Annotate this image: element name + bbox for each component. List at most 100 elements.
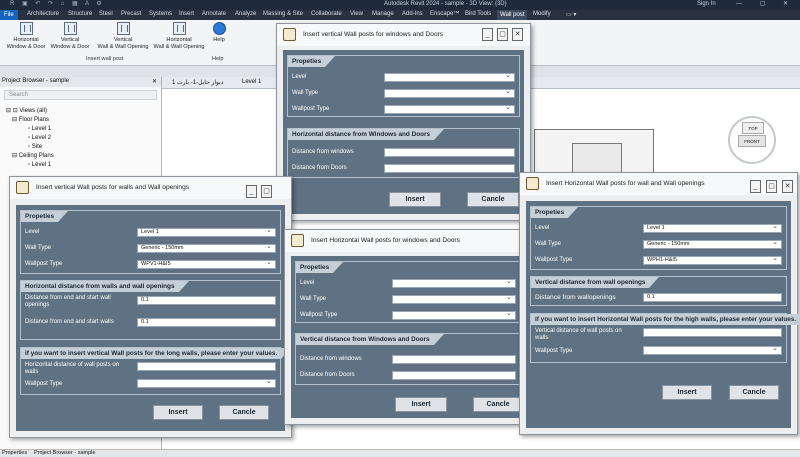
tab-wall-post[interactable]: Wall post (497, 10, 528, 20)
tab-massing-site[interactable]: Massing & Site (263, 11, 303, 17)
wall-post-icon (116, 22, 130, 35)
vertical-window-door-button[interactable]: Vertical Window & Door (48, 22, 92, 51)
tree-item-ceiling-level-1[interactable]: ▫ Level 1 (28, 161, 51, 170)
distance-doors-input[interactable] (392, 371, 516, 380)
wallpost-type-select[interactable]: WPV1-H&I5 (137, 260, 276, 269)
project-browser-tab[interactable]: Project Browser - sample (34, 450, 95, 456)
minimize-button[interactable]: _ (482, 28, 493, 41)
tab-add-ins[interactable]: Add-Ins (402, 11, 423, 17)
cancel-button[interactable]: Cancle (467, 192, 519, 207)
level-select[interactable]: Level 1 (643, 224, 782, 233)
panel-title: Propeties (288, 56, 336, 67)
properties-tab[interactable]: Properties (2, 450, 27, 456)
tree-item-site[interactable]: ▫ Site (28, 143, 42, 152)
close-icon[interactable]: ✕ (152, 78, 157, 85)
insert-button[interactable]: Insert (395, 397, 447, 412)
minimize-button[interactable]: _ (750, 180, 761, 193)
tab-options-icon[interactable]: ▭ ▾ (566, 11, 576, 18)
tab-precast[interactable]: Precast (121, 11, 141, 17)
maximize-button[interactable]: ▢ (497, 28, 508, 41)
ribbon-group-label: Help (212, 56, 224, 62)
cancel-button[interactable]: Cancle (729, 385, 779, 400)
tab-view[interactable]: View (350, 11, 363, 17)
vertical-distance-input[interactable] (643, 328, 782, 337)
distance-wall-openings-input[interactable]: 0.1 (643, 293, 782, 302)
long-walls-panel: if you want to insert vertical Wall post… (20, 347, 292, 395)
tab-collaborate[interactable]: Collaborate (311, 11, 342, 17)
ribbon-group-label: Insert wall post (86, 56, 124, 62)
tab-systems[interactable]: Systems (149, 11, 172, 17)
tab-view-level-1[interactable]: Level 1 (242, 79, 261, 85)
wallpost-type-label: Wallpost Type (300, 312, 338, 318)
quick-access-toolbar[interactable]: R ▣ ↶ ↷ ⌂ ▦ A ⚙ (10, 0, 105, 7)
distance-walls-label: Distance from end and start walls (25, 319, 114, 325)
search-input[interactable]: Search (4, 90, 157, 100)
maximize-button[interactable]: ▢ (261, 185, 272, 198)
wallpost-type-select[interactable] (384, 105, 515, 114)
wallpost-type-select[interactable] (392, 311, 516, 320)
viewcube-front[interactable]: FRONT (738, 135, 766, 147)
tab-steel[interactable]: Steel (99, 11, 113, 17)
level-select[interactable]: Level 1 (137, 228, 276, 237)
distance-doors-input[interactable] (384, 164, 515, 173)
tab-architecture[interactable]: Architecture (27, 11, 59, 17)
vertical-wall-opening-button[interactable]: Vertical Wall & Wall Opening (94, 22, 152, 51)
distance-windows-input[interactable] (392, 355, 516, 364)
minimize-button[interactable]: _ (246, 185, 257, 198)
distance-panel: Vertical distance from wall openings Dis… (530, 276, 787, 306)
high-wallpost-type-select[interactable] (643, 346, 782, 355)
horizontal-window-door-button[interactable]: Horizontal Window & Door (4, 22, 48, 51)
distance-wall-openings-input[interactable]: 0.1 (137, 296, 276, 305)
maximize-button[interactable]: ▢ (766, 180, 777, 193)
close-button[interactable]: ✕ (782, 180, 793, 193)
tab-annotate[interactable]: Annotate (202, 11, 226, 17)
dialog-body: Propeties Level Level 1 Wall Type Generi… (16, 205, 292, 431)
tree-item-floor-plans[interactable]: ⊟ Floor Plans (12, 116, 49, 125)
panel-title: Horizontal distance from Windows and Doo… (288, 129, 445, 140)
tab-file[interactable]: File (0, 10, 18, 20)
wall-type-select[interactable]: Generic - 150mm (643, 240, 782, 249)
tree-item-level-2[interactable]: ▫ Level 2 (28, 134, 51, 143)
tab-structure[interactable]: Structure (68, 11, 92, 17)
tab-manage[interactable]: Manage (372, 11, 394, 17)
cancel-button[interactable]: Cancle (473, 397, 523, 412)
tab-view-elevation[interactable]: دیوار حایل-1- بارت 1 (172, 79, 224, 86)
wall-type-select[interactable] (384, 89, 515, 98)
long-wallpost-type-select[interactable] (137, 379, 276, 388)
high-walls-panel: if you want to insert Horizontal Wall po… (530, 313, 800, 363)
insert-button[interactable]: Insert (153, 405, 203, 420)
distance-windows-input[interactable] (384, 148, 515, 157)
wall-type-select[interactable] (392, 295, 516, 304)
tab-analyze[interactable]: Analyze (235, 11, 256, 17)
horizontal-wall-opening-button[interactable]: Horizontal Wall & Wall Opening (150, 22, 208, 51)
close-button[interactable]: ✕ (512, 28, 523, 41)
tree-item-level-1[interactable]: ▫ Level 1 (28, 125, 51, 134)
panel-title: Propeties (296, 262, 344, 273)
properties-panel: Propeties Level Level 1 Wall Type Generi… (530, 206, 787, 270)
window-controls[interactable]: — ▢ ✕ (736, 0, 796, 7)
wall-type-label: Wall Type (292, 90, 319, 96)
tree-item-views[interactable]: ⊟ ⊡ Views (all) (6, 107, 47, 116)
insert-button[interactable]: Insert (389, 192, 441, 207)
viewcube[interactable]: TOP FRONT (728, 116, 776, 164)
sign-in-link[interactable]: Sign In (697, 1, 716, 7)
tab-insert[interactable]: Insert (179, 11, 194, 17)
app-logo-icon (16, 181, 29, 194)
horizontal-distance-input[interactable] (137, 362, 276, 371)
tab-bird-tools[interactable]: Bird Tools (465, 11, 491, 17)
level-select[interactable] (384, 73, 515, 82)
tab-enscape[interactable]: Enscape™ (430, 11, 459, 17)
help-button[interactable]: Help (207, 22, 231, 44)
dialog-title-bar: Insert Horizontal Wall posts for wall an… (520, 173, 797, 195)
tree-item-ceiling-plans[interactable]: ⊟ Ceiling Plans (12, 152, 54, 161)
wall-type-select[interactable]: Generic - 150mm (137, 244, 276, 253)
app-logo-icon (291, 234, 304, 247)
level-select[interactable] (392, 279, 516, 288)
insert-button[interactable]: Insert (662, 385, 712, 400)
distance-walls-input[interactable]: 0.1 (137, 318, 276, 327)
viewcube-top[interactable]: TOP (742, 122, 764, 134)
app-logo-icon (283, 28, 296, 41)
tab-modify[interactable]: Modify (533, 11, 551, 17)
cancel-button[interactable]: Cancle (219, 405, 269, 420)
wallpost-type-select[interactable]: WPH1-H&I5 (643, 256, 782, 265)
